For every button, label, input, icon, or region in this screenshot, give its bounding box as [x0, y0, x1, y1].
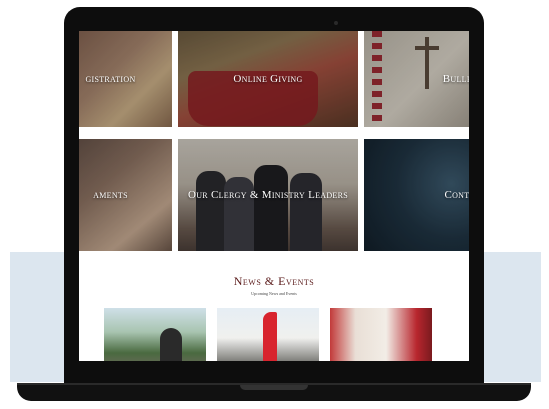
tile-registration-label: gistration — [85, 73, 136, 85]
news-thumbnail[interactable] — [104, 308, 206, 361]
tile-online-giving-label: Online Giving — [233, 73, 303, 85]
tile-bulletin-label: Bulleti — [442, 73, 469, 85]
camera-icon — [334, 21, 338, 25]
laptop-notch — [240, 385, 308, 390]
news-events-heading: News & Events — [233, 274, 315, 288]
tile-contact-label: Contac — [444, 189, 469, 201]
website-screen: gistration Online Giving Bulleti aments … — [79, 31, 469, 361]
tile-sacraments[interactable]: aments — [79, 139, 172, 251]
banner-flag-image — [263, 312, 277, 361]
tile-sacraments-label: aments — [93, 189, 128, 201]
tile-bulletin[interactable]: Bulleti — [364, 31, 469, 127]
news-events-subheading: Upcoming News and Events — [251, 291, 297, 296]
tile-registration[interactable]: gistration — [79, 31, 172, 127]
tile-contact[interactable]: Contac — [364, 139, 469, 251]
news-thumbnail[interactable] — [217, 308, 319, 361]
news-thumbnail[interactable] — [330, 308, 432, 361]
tile-online-giving[interactable]: Online Giving — [178, 31, 358, 127]
person-figure — [160, 328, 182, 361]
tile-clergy-ministry-leaders[interactable]: Our Clergy & Ministry Leaders — [178, 139, 358, 251]
tile-clergy-label: Our Clergy & Ministry Leaders — [187, 189, 349, 201]
